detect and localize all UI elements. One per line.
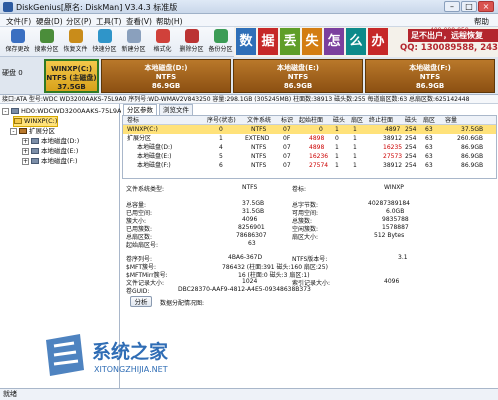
partition-icon [14,118,22,124]
watermark-title: 系统之家 [92,340,169,363]
partition-block-d[interactable]: 本地磁盘(D:) NTFS 86.9GB [101,59,231,93]
search-partition-button[interactable]: 搜索分区 [33,29,60,56]
status-bar: 就绪 [0,388,498,400]
ad-banner[interactable]: 数 据 丢 失 怎 么 办 足不出户，远程恢复 QQ: 130089588, 2… [234,27,498,57]
tree-node-disk[interactable]: - HD0:WDCWD3200AAKS-75L9A0 [2,107,126,116]
new-partition-button[interactable]: 新建分区 [120,29,147,56]
table-row[interactable]: 本地磁盘(F:) 6 NTFS 07 27574 1 1 38912 254 6… [123,161,496,170]
menu-help-right[interactable]: 帮助 [474,16,489,27]
watermark-subtitle: XITONGZHIJIA.NET [94,365,168,374]
backup-partition-icon [213,29,228,43]
table-row[interactable]: 扩展分区 1 EXTEND 0F 4898 0 1 38912 254 63 2… [123,134,496,143]
tree-node-extended[interactable]: - 扩展分区 [10,127,55,136]
disk-label-panel: 硬盘 0 [2,60,42,92]
menu-bar: 文件(F) 硬盘(D) 分区(P) 工具(T) 查看(V) 帮助(H) 帮助 [0,14,498,27]
tab-browse-files[interactable]: 浏览文件 [159,104,193,115]
ad-char: 数 [236,28,256,55]
disk-map: 硬盘 0 WINXP(C:) NTFS (主磁盘) 37.5GB 本地磁盘(D:… [0,57,498,95]
tree-node-f[interactable]: + 本地磁盘(F:) [22,157,78,166]
tab-partition-params[interactable]: 分区参数 [123,104,157,115]
menu-file[interactable]: 文件(F) [6,16,31,27]
collapse-icon[interactable]: - [2,107,9,115]
search-partition-icon [39,29,54,43]
table-row[interactable]: 本地磁盘(E:) 5 NTFS 07 16236 1 1 27573 254 6… [123,152,496,161]
format-button[interactable]: 格式化 [149,29,176,56]
ad-contact: QQ: 130089588, 2433789417 [400,43,498,53]
ad-char: 么 [346,28,366,55]
partition-table: 卷标 序号(状态) 文件系统 标识 起始柱面 磁头 扇区 终止柱面 磁头 扇区 … [122,115,497,179]
menu-partition[interactable]: 分区(P) [66,16,91,27]
partition-icon [31,158,39,164]
backup-partition-button[interactable]: 备份分区 [207,29,234,56]
recover-file-button[interactable]: 恢复文件 [62,29,89,56]
title-bar: DiskGenius[原名: DiskMan] V3.4.3 标准版 – □ × [0,0,498,14]
disk-label: 硬盘 0 [2,69,23,77]
quick-partition-icon [97,29,112,43]
disk-info-line: 接口:ATA 型号:WDC WD3200AAKS-75L9A0 序列号:WD-W… [0,95,498,104]
menu-help[interactable]: 帮助(H) [156,16,183,27]
partition-block-c[interactable]: WINXP(C:) NTFS (主磁盘) 37.5GB [44,59,99,93]
save-changes-button[interactable]: 保存更改 [4,29,31,56]
window-title: DiskGenius[原名: DiskMan] V3.4.3 标准版 [16,3,178,12]
allocation-label: 数据分配情况图: [160,300,205,307]
watermark: 系统之家 XITONGZHIJIA.NET [46,334,169,376]
close-button[interactable]: × [478,1,494,12]
delete-partition-icon [184,29,199,43]
expand-icon[interactable]: + [22,137,29,145]
new-partition-icon [126,29,141,43]
partition-icon [31,138,39,144]
ad-char: 办 [368,28,388,55]
expand-icon[interactable]: + [22,157,29,165]
app-icon [3,2,13,12]
table-row[interactable]: WINXP(C:) 0 NTFS 07 0 1 1 4897 254 63 37… [123,125,496,134]
tree-node-d[interactable]: + 本地磁盘(D:) [22,137,79,146]
ad-char: 失 [302,28,322,55]
quick-partition-button[interactable]: 快速分区 [91,29,118,56]
partition-block-e[interactable]: 本地磁盘(E:) NTFS 86.9GB [233,59,363,93]
ad-char: 怎 [324,28,344,55]
table-header: 卷标 序号(状态) 文件系统 标识 起始柱面 磁头 扇区 终止柱面 磁头 扇区 … [123,116,496,125]
tree-node-e[interactable]: + 本地磁盘(E:) [22,147,78,156]
minimize-button[interactable]: – [444,1,460,12]
delete-partition-button[interactable]: 删除分区 [178,29,205,56]
menu-disk[interactable]: 硬盘(D) [36,16,63,27]
menu-tools[interactable]: 工具(T) [96,16,121,27]
partition-block-f[interactable]: 本地磁盘(F:) NTFS 86.9GB [365,59,495,93]
maximize-button[interactable]: □ [461,1,477,12]
ad-char: 据 [258,28,278,55]
recover-file-icon [68,29,83,43]
save-icon [10,29,25,43]
menu-view[interactable]: 查看(V) [126,16,152,27]
partition-icon [31,148,39,154]
tree-node-c[interactable]: WINXP(C:) [12,116,59,127]
collapse-icon[interactable]: - [10,127,17,135]
ad-char: 丢 [280,28,300,55]
expand-icon[interactable]: + [22,147,29,155]
format-icon [155,29,170,43]
partition-icon [19,128,27,134]
analyze-button[interactable]: 分析 [130,296,152,307]
ad-phone: 400-008-958 [430,27,469,34]
table-row[interactable]: 本地磁盘(D:) 4 NTFS 07 4898 1 1 16235 254 63… [123,143,496,152]
hard-disk-icon [11,108,19,114]
